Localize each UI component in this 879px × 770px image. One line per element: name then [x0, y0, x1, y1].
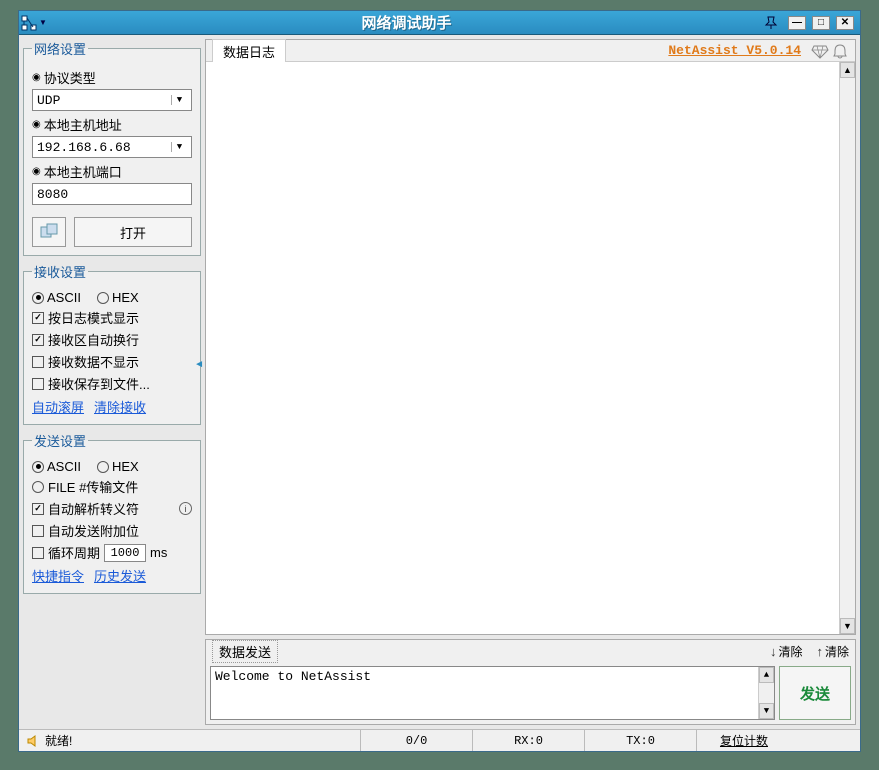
hide-recv-check[interactable]: 接收数据不显示: [32, 352, 192, 371]
port-label: ◉ 本地主机端口: [32, 162, 192, 181]
checkbox-icon: [32, 334, 44, 346]
send-settings-group: 发送设置 ASCII HEX FILE #传输文件: [23, 431, 201, 594]
body: 网络设置 ◉ 协议类型 UDP ▼ ◉ 本地主机地址 192.168.6.68 …: [19, 35, 860, 729]
send-hex-radio[interactable]: HEX: [97, 459, 139, 474]
recv-settings-group: 接收设置 ASCII HEX 按日志模式显示: [23, 262, 201, 425]
statusbar: 就绪! 0/0 RX:0 TX:0 复位计数: [19, 729, 860, 751]
log-header: 数据日志 NetAssist V5.0.14: [206, 40, 855, 62]
send-textarea[interactable]: Welcome to NetAssist ▲ ▼: [210, 666, 775, 720]
window-title: 网络调试助手: [49, 12, 764, 33]
radio-icon: [32, 292, 44, 304]
send-header: 数据发送 ↓ 清除 ↑ 清除: [206, 640, 855, 662]
clear-right-button[interactable]: ↑ 清除: [816, 643, 849, 660]
arrow-down-icon: ↓: [770, 644, 777, 659]
log-panel: 数据日志 NetAssist V5.0.14 ▲ ▼: [205, 39, 856, 635]
protocol-label: ◉ 协议类型: [32, 68, 192, 87]
gear-icon: ◉: [32, 166, 41, 177]
radio-icon: [97, 292, 109, 304]
reset-counter-button[interactable]: 复位计数: [697, 730, 791, 751]
main-window: ▼ 网络调试助手 — □ ✕ 网络设置 ◉ 协议类型 UDP: [18, 10, 861, 752]
main-area: 数据日志 NetAssist V5.0.14 ▲ ▼: [205, 39, 856, 725]
diamond-icon[interactable]: [811, 43, 829, 59]
checkbox-icon: [32, 503, 44, 515]
auto-escape-check[interactable]: 自动解析转义符 i: [32, 499, 192, 518]
network-legend: 网络设置: [32, 39, 88, 58]
quick-cmd-link[interactable]: 快捷指令: [32, 566, 84, 585]
sidebar: 网络设置 ◉ 协议类型 UDP ▼ ◉ 本地主机地址 192.168.6.68 …: [23, 39, 201, 725]
network-settings-group: 网络设置 ◉ 协议类型 UDP ▼ ◉ 本地主机地址 192.168.6.68 …: [23, 39, 201, 256]
host-label: ◉ 本地主机地址: [32, 115, 192, 134]
log-scrollbar[interactable]: ▲ ▼: [839, 62, 855, 634]
windows-icon: [39, 222, 59, 242]
scroll-up-icon[interactable]: ▲: [840, 62, 855, 78]
host-select[interactable]: 192.168.6.68 ▼: [32, 136, 192, 158]
scroll-left-icon: ◄: [194, 359, 204, 370]
scroll-down-icon[interactable]: ▼: [759, 703, 774, 719]
network-icon: [21, 15, 37, 31]
log-title: 数据日志: [212, 39, 286, 64]
checkbox-icon: [32, 378, 44, 390]
recv-legend: 接收设置: [32, 262, 88, 281]
port-input[interactable]: 8080: [32, 183, 192, 205]
bell-icon[interactable]: [831, 43, 849, 59]
close-button[interactable]: ✕: [836, 16, 854, 30]
arrow-up-icon: ↑: [816, 644, 823, 659]
cycle-input[interactable]: 1000: [104, 544, 146, 562]
log-body[interactable]: ▲ ▼: [206, 62, 855, 634]
chevron-down-icon: ▼: [39, 18, 47, 27]
recv-ascii-radio[interactable]: ASCII: [32, 290, 81, 305]
status-ready: 就绪!: [19, 730, 361, 751]
radio-icon: [32, 481, 44, 493]
clear-left-button[interactable]: ↓ 清除: [770, 643, 803, 660]
titlebar: ▼ 网络调试助手 — □ ✕: [19, 11, 860, 35]
sidebar-scrollbar[interactable]: ◄: [198, 39, 202, 725]
clear-recv-link[interactable]: 清除接收: [94, 397, 146, 416]
minimize-button[interactable]: —: [788, 16, 806, 30]
maximize-button[interactable]: □: [812, 16, 830, 30]
app-menu-icon[interactable]: ▼: [19, 15, 49, 31]
speaker-icon[interactable]: [27, 734, 41, 748]
auto-scroll-link[interactable]: 自动滚屏: [32, 397, 84, 416]
link-settings-button[interactable]: [32, 217, 66, 247]
chevron-down-icon: ▼: [171, 95, 187, 105]
chevron-down-icon: ▼: [171, 142, 187, 152]
pin-icon[interactable]: [764, 16, 778, 30]
scroll-down-icon[interactable]: ▼: [840, 618, 855, 634]
send-file-radio[interactable]: FILE #传输文件: [32, 477, 192, 496]
checkbox-icon: [32, 525, 44, 537]
checkbox-icon: [32, 547, 44, 559]
auto-wrap-check[interactable]: 接收区自动换行: [32, 330, 192, 349]
history-link[interactable]: 历史发送: [94, 566, 146, 585]
send-button[interactable]: 发送: [779, 666, 851, 720]
scroll-up-icon[interactable]: ▲: [759, 667, 774, 683]
checkbox-icon: [32, 356, 44, 368]
log-mode-check[interactable]: 按日志模式显示: [32, 308, 192, 327]
auto-append-check[interactable]: 自动发送附加位: [32, 521, 192, 540]
gear-icon: ◉: [32, 119, 41, 130]
send-scrollbar[interactable]: ▲ ▼: [758, 667, 774, 719]
status-ratio: 0/0: [361, 730, 473, 751]
gear-icon: ◉: [32, 72, 41, 83]
send-panel: 数据发送 ↓ 清除 ↑ 清除 Welcome to NetAssist: [205, 639, 856, 725]
status-tx: TX:0: [585, 730, 697, 751]
cycle-check[interactable]: 循环周期 1000 ms: [32, 543, 192, 562]
radio-icon: [32, 461, 44, 473]
send-title: 数据发送: [212, 640, 278, 663]
checkbox-icon: [32, 312, 44, 324]
radio-icon: [97, 461, 109, 473]
status-rx: RX:0: [473, 730, 585, 751]
save-file-check[interactable]: 接收保存到文件...: [32, 374, 192, 393]
recv-hex-radio[interactable]: HEX: [97, 290, 139, 305]
open-button[interactable]: 打开: [74, 217, 192, 247]
window-controls: — □ ✕: [764, 16, 860, 30]
info-icon[interactable]: i: [179, 502, 192, 515]
send-ascii-radio[interactable]: ASCII: [32, 459, 81, 474]
protocol-select[interactable]: UDP ▼: [32, 89, 192, 111]
version-link[interactable]: NetAssist V5.0.14: [668, 43, 801, 58]
send-legend: 发送设置: [32, 431, 88, 450]
